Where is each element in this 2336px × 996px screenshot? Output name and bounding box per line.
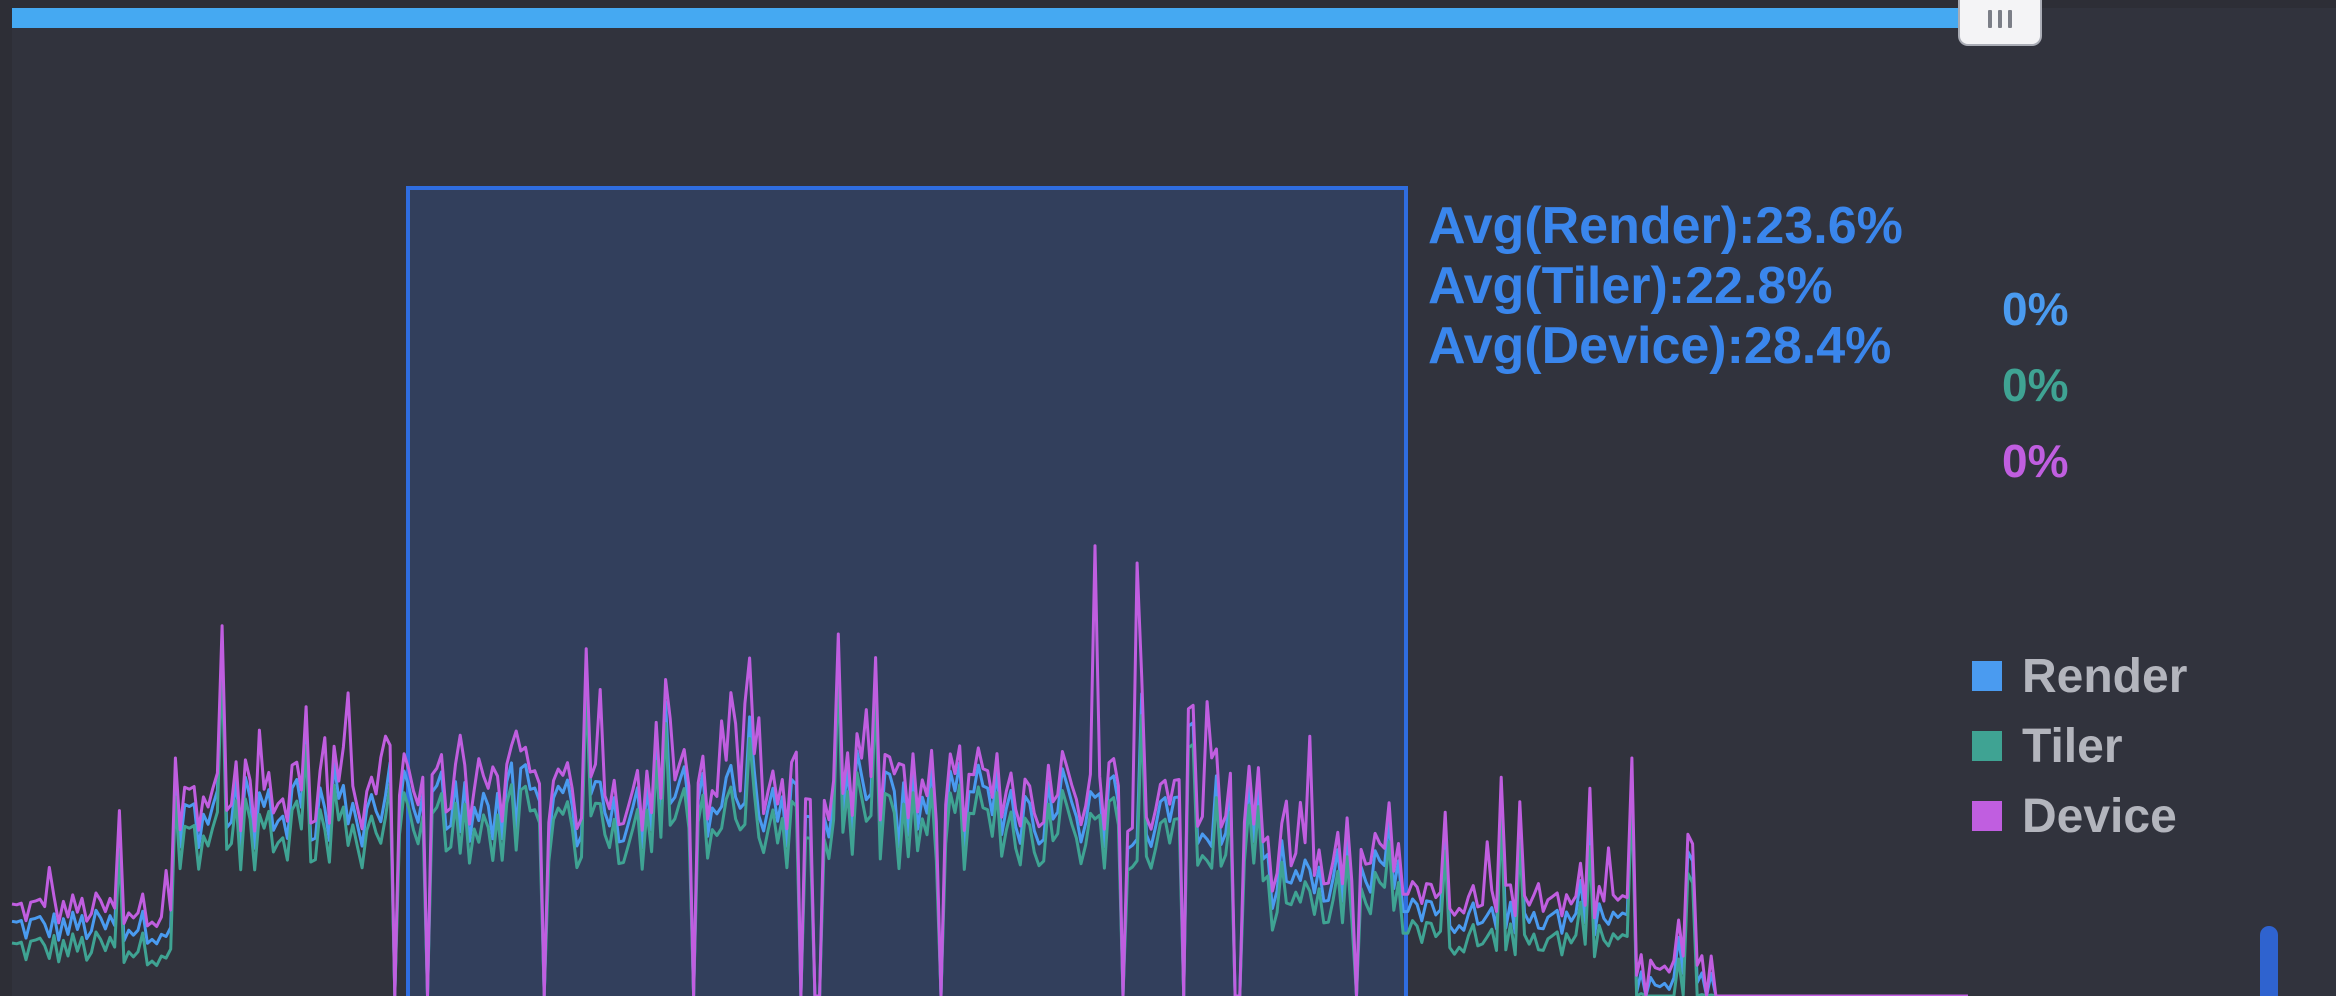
legend-label-tiler: Tiler — [2022, 719, 2123, 773]
legend-swatch-render — [1972, 661, 2002, 691]
legend-item-render[interactable]: Render — [1972, 648, 2187, 704]
current-device-value: 0% — [2002, 435, 2069, 487]
legend-swatch-tiler — [1972, 731, 2002, 761]
series-group — [11, 544, 1968, 996]
legend-item-tiler[interactable]: Tiler — [1972, 718, 2123, 774]
legend-label-render: Render — [2022, 649, 2188, 703]
legend-label-device: Device — [2022, 789, 2177, 843]
gpu-usage-chart: Avg(Render):23.6% Avg(Tiler):22.8% Avg(D… — [0, 0, 2336, 996]
chart-lines — [11, 544, 1968, 996]
avg-tiler-label: Avg(Tiler):22.8% — [1428, 257, 1833, 315]
avg-device-label: Avg(Device):28.4% — [1428, 317, 1892, 375]
current-render-value: 0% — [2002, 283, 2069, 335]
vertical-scrollbar[interactable] — [2260, 926, 2278, 996]
legend-swatch-device — [1972, 801, 2002, 831]
current-tiler-value: 0% — [2002, 359, 2069, 411]
avg-render-label: Avg(Render):23.6% — [1428, 197, 1903, 255]
legend-item-device[interactable]: Device — [1972, 788, 2177, 844]
